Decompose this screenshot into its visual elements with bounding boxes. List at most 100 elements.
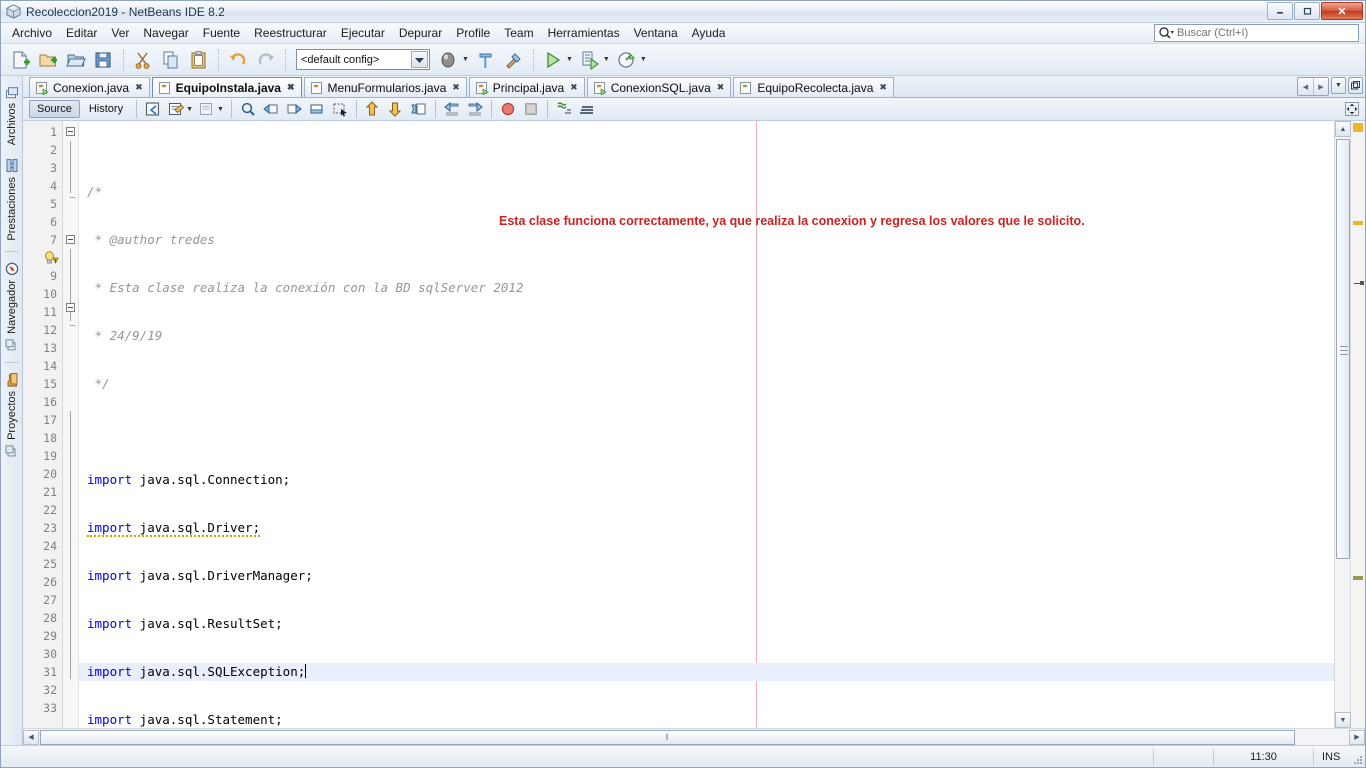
shift-left-button[interactable] bbox=[441, 99, 463, 119]
previous-error-button[interactable] bbox=[362, 99, 384, 119]
vertical-scroll-thumb[interactable] bbox=[1336, 139, 1350, 559]
scroll-left-button[interactable]: ◀ bbox=[23, 729, 39, 745]
sidebar-tab-navegador[interactable]: Navegador bbox=[3, 255, 21, 359]
inspect-button[interactable] bbox=[408, 99, 430, 119]
profile-dropdown-caret[interactable]: ▼ bbox=[640, 56, 647, 63]
warning-mark[interactable] bbox=[1353, 221, 1363, 225]
run-dropdown-caret[interactable]: ▼ bbox=[566, 56, 573, 63]
menu-team[interactable]: Team bbox=[497, 24, 540, 42]
toggle-highlight-button[interactable] bbox=[553, 99, 575, 119]
code-line-4[interactable]: * 24/9/19 bbox=[79, 327, 1334, 345]
doc-tab-conexionsql-java[interactable]: ConexionSQL.java ✖ bbox=[586, 77, 732, 97]
debug-dropdown-caret[interactable]: ▼ bbox=[603, 56, 610, 63]
close-icon[interactable]: ✖ bbox=[879, 82, 887, 93]
menu-ejecutar[interactable]: Ejecutar bbox=[334, 24, 392, 42]
code-line-9[interactable]: import java.sql.DriverManager; bbox=[79, 567, 1334, 585]
menu-editar[interactable]: Editar bbox=[59, 24, 104, 42]
code-text[interactable]: /* * @author tredes * Esta clase realiza… bbox=[79, 121, 1334, 728]
code-line-11[interactable]: import java.sql.SQLException; bbox=[79, 663, 1334, 681]
build-project-button[interactable] bbox=[436, 47, 462, 73]
doc-tab-conexion-java[interactable]: Conexion.java ✖ bbox=[29, 77, 150, 97]
warning-mark[interactable] bbox=[1353, 123, 1363, 132]
tab-list-button[interactable]: ▼ bbox=[1331, 77, 1346, 94]
code-editor-area[interactable]: 1 2 3 4 5 6 7 9 10 11 12 13 14 15 16 17 … bbox=[23, 121, 1365, 728]
code-line-10[interactable]: import java.sql.ResultSet; bbox=[79, 615, 1334, 633]
chevron-down-icon[interactable] bbox=[411, 51, 428, 68]
new-file-button[interactable] bbox=[7, 47, 33, 73]
next-bookmark-button[interactable] bbox=[283, 99, 305, 119]
previous-bookmark-button[interactable] bbox=[260, 99, 282, 119]
debug-project-button[interactable] bbox=[577, 47, 603, 73]
tab-maximize-button[interactable] bbox=[1348, 77, 1363, 94]
menu-profile[interactable]: Profile bbox=[449, 24, 497, 42]
vertical-scrollbar[interactable]: ▲ ▼ bbox=[1335, 121, 1351, 728]
tab-history[interactable]: History bbox=[81, 100, 131, 118]
error-stripe[interactable] bbox=[1351, 121, 1365, 728]
menu-ver[interactable]: Ver bbox=[104, 24, 136, 42]
close-icon[interactable]: ✖ bbox=[570, 82, 578, 93]
code-line-8[interactable]: import java.sql.Driver; bbox=[79, 519, 1334, 537]
run-project-button[interactable] bbox=[540, 47, 566, 73]
sidebar-tab-proyectos[interactable]: Proyectos bbox=[3, 366, 21, 465]
menu-reestructurar[interactable]: Reestructurar bbox=[247, 24, 334, 42]
close-icon[interactable]: ✖ bbox=[135, 82, 143, 93]
menu-navegar[interactable]: Navegar bbox=[136, 24, 195, 42]
tab-scroll-right-button[interactable]: ▶ bbox=[1313, 78, 1328, 95]
stop-button[interactable] bbox=[520, 99, 542, 119]
code-line-12[interactable]: import java.sql.Statement; bbox=[79, 711, 1334, 728]
code-line-7[interactable]: import java.sql.Connection; bbox=[79, 471, 1334, 489]
tab-source[interactable]: Source bbox=[29, 100, 80, 118]
uncomment-dropdown-caret[interactable]: ▼ bbox=[217, 106, 224, 113]
config-combo[interactable]: <default config> bbox=[296, 49, 430, 70]
minimize-button[interactable] bbox=[1267, 2, 1293, 20]
doc-tab-menuformularios-java[interactable]: MenuFormularios.java ✖ bbox=[303, 77, 467, 97]
fold-toggle-imports-block[interactable] bbox=[63, 231, 78, 249]
menu-ventana[interactable]: Ventana bbox=[627, 24, 685, 42]
profile-project-button[interactable] bbox=[614, 47, 640, 73]
sidebar-tab-prestaciones[interactable]: Prestaciones bbox=[3, 152, 21, 248]
fold-collapse-icon[interactable] bbox=[66, 235, 75, 244]
line-number-with-warning[interactable] bbox=[23, 249, 62, 267]
doc-tab-principal-java[interactable]: Principal.java ✖ bbox=[468, 77, 585, 97]
close-button[interactable]: ✕ bbox=[1321, 2, 1363, 20]
fold-collapse-icon[interactable] bbox=[66, 303, 75, 312]
close-icon[interactable]: ✖ bbox=[717, 82, 725, 93]
clean-build-button[interactable] bbox=[473, 47, 499, 73]
occurrence-mark[interactable] bbox=[1353, 576, 1363, 580]
close-icon[interactable]: ✖ bbox=[287, 82, 295, 93]
open-project-button[interactable] bbox=[63, 47, 89, 73]
code-line-1[interactable]: /* bbox=[79, 183, 1334, 201]
shift-right-button[interactable] bbox=[464, 99, 486, 119]
menu-archivo[interactable]: Archivo bbox=[5, 24, 59, 42]
redo-button[interactable] bbox=[253, 47, 279, 73]
copy-button[interactable] bbox=[158, 47, 184, 73]
menu-fuente[interactable]: Fuente bbox=[196, 24, 247, 42]
cut-button[interactable] bbox=[130, 47, 156, 73]
clean-and-build-button[interactable] bbox=[501, 47, 527, 73]
code-folding-column[interactable] bbox=[63, 121, 79, 728]
find-selection-button[interactable] bbox=[237, 99, 259, 119]
format-button[interactable] bbox=[576, 99, 598, 119]
tab-scroll-buttons[interactable]: ◀ ▶ bbox=[1297, 77, 1329, 96]
scroll-right-button[interactable]: ▶ bbox=[1349, 729, 1365, 745]
close-icon[interactable]: ✖ bbox=[452, 82, 460, 93]
code-line-3[interactable]: * Esta clase realiza la conexión con la … bbox=[79, 279, 1334, 297]
search-input[interactable]: Buscar (Ctrl+I) bbox=[1154, 24, 1359, 42]
code-line-2[interactable]: * @author tredes bbox=[79, 231, 1334, 249]
fold-collapse-icon[interactable] bbox=[66, 127, 75, 136]
comment-dropdown-caret[interactable]: ▼ bbox=[186, 106, 193, 113]
menu-depurar[interactable]: Depurar bbox=[392, 24, 449, 42]
maximize-button[interactable] bbox=[1294, 2, 1320, 20]
toggle-rectangular-selection-button[interactable] bbox=[329, 99, 351, 119]
doc-tab-equipoinstala-java[interactable]: EquipoInstala.java ✖ bbox=[151, 77, 302, 97]
toggle-comment-button[interactable] bbox=[165, 99, 187, 119]
horizontal-scroll-thumb[interactable]: ‖ bbox=[40, 729, 1295, 745]
paste-button[interactable] bbox=[186, 47, 212, 73]
sidebar-tab-archivos[interactable]: Archivos bbox=[3, 78, 21, 152]
menu-ayuda[interactable]: Ayuda bbox=[685, 24, 733, 42]
toggle-breakpoint-button[interactable] bbox=[497, 99, 519, 119]
last-edit-button[interactable] bbox=[142, 99, 164, 119]
code-line-5[interactable]: */ bbox=[79, 375, 1334, 393]
uncomment-button[interactable] bbox=[196, 99, 218, 119]
toggle-bookmark-button[interactable] bbox=[306, 99, 328, 119]
